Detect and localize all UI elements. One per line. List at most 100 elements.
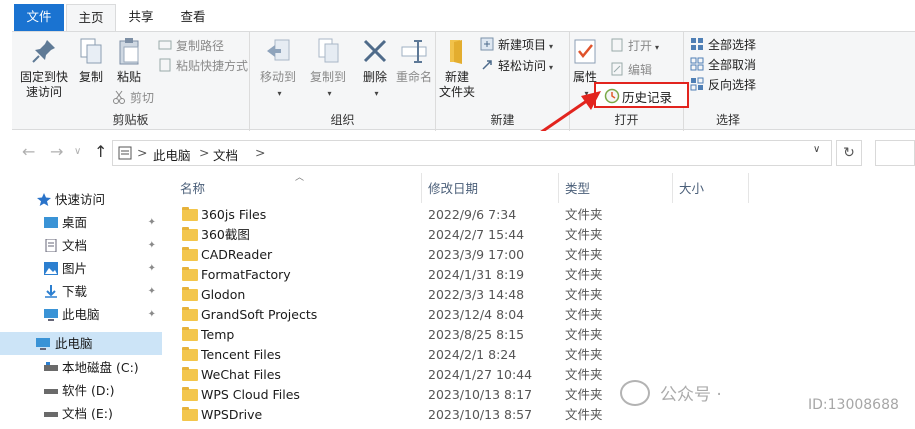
drive-icon (44, 412, 58, 417)
copy-path-button[interactable]: 复制路径 (158, 36, 224, 56)
downloads-label: 下载 (62, 284, 88, 299)
file-type: 文件夹 (565, 247, 603, 262)
column-divider[interactable] (558, 173, 559, 203)
file-name: Temp (201, 327, 235, 342)
address-bar[interactable]: > 此电脑 > 文档 > ∨ (112, 140, 832, 166)
file-type: 文件夹 (565, 407, 603, 422)
sidebar-item-documents[interactable]: 文档 ✦ (0, 234, 162, 257)
paste-shortcut-button[interactable]: 粘贴快捷方式 (158, 56, 248, 76)
edit-label: 编辑 (628, 63, 653, 77)
table-row[interactable]: 360js Files 2022/9/6 7:34 文件夹 (162, 205, 915, 225)
select-all-icon (690, 37, 704, 51)
pin-icon[interactable]: ✦ (148, 234, 156, 257)
search-input[interactable] (875, 140, 915, 166)
recent-chevron-icon[interactable]: ∨ (74, 146, 81, 157)
table-row[interactable]: 360截图 2024/2/7 15:44 文件夹 (162, 225, 915, 245)
history-button[interactable]: 历史记录 (594, 82, 689, 108)
sidebar-item-desktop[interactable]: 桌面 ✦ (0, 211, 162, 234)
file-date: 2023/3/9 17:00 (428, 247, 525, 262)
table-row[interactable]: Glodon 2022/3/3 14:48 文件夹 (162, 285, 915, 305)
invert-selection-button[interactable]: 反向选择 (690, 75, 756, 95)
file-date: 2023/10/13 8:57 (428, 407, 533, 422)
rename-button[interactable]: 重命名 (396, 36, 432, 85)
file-date: 2024/2/1 8:24 (428, 347, 517, 362)
pin-icon[interactable]: ✦ (148, 303, 156, 326)
computer-icon (36, 338, 50, 350)
sidebar-item-pictures[interactable]: 图片 ✦ (0, 257, 162, 280)
select-all-button[interactable]: 全部选择 (690, 35, 756, 55)
new-item-button[interactable]: 新建项目 ▾ (480, 35, 553, 55)
tab-view[interactable]: 查看 (170, 4, 216, 31)
select-none-button[interactable]: 全部取消 (690, 55, 756, 75)
back-arrow-icon[interactable]: ← (22, 142, 35, 161)
sidebar-item-drive-e[interactable]: 文档 (E:) (0, 402, 162, 425)
paste-shortcut-icon (158, 58, 172, 72)
file-name: WeChat Files (201, 367, 281, 382)
pin-icon[interactable]: ✦ (148, 280, 156, 303)
move-to-button[interactable]: 移动到▾ (258, 36, 298, 101)
file-type: 文件夹 (565, 287, 603, 302)
move-to-icon (263, 36, 293, 66)
file-date: 2022/9/6 7:34 (428, 207, 517, 222)
table-row[interactable]: WPSDrive 2023/10/13 8:57 文件夹 (162, 405, 915, 425)
new-folder-button[interactable]: 新建 文件夹 (438, 36, 476, 100)
column-header-date[interactable]: 修改日期 (428, 176, 478, 202)
file-type: 文件夹 (565, 327, 603, 342)
tab-share[interactable]: 共享 (118, 4, 164, 31)
new-item-label: 新建项目 (498, 38, 547, 52)
copy-button[interactable]: 复制 (74, 36, 108, 85)
up-arrow-icon[interactable]: ↑ (94, 142, 107, 161)
table-row[interactable]: CADReader 2023/3/9 17:00 文件夹 (162, 245, 915, 265)
address-dropdown-icon[interactable]: ∨ (813, 144, 820, 155)
delete-button[interactable]: 删除 ▾ (360, 36, 390, 101)
file-name: 360js Files (201, 207, 267, 222)
pin-quick-access-button[interactable]: 固定到快 速访问 (16, 36, 72, 100)
ribbon-tab-bar: 文件 主页 共享 查看 (0, 0, 915, 31)
refresh-icon[interactable]: ↻ (836, 140, 862, 166)
sidebar-item-this-pc-pinned[interactable]: 此电脑 ✦ (0, 303, 162, 326)
sidebar-item-downloads[interactable]: 下载 ✦ (0, 280, 162, 303)
paste-button[interactable]: 粘贴 (112, 36, 146, 85)
copy-to-label: 复制到 (309, 70, 346, 84)
table-row[interactable]: GrandSoft Projects 2023/12/4 8:04 文件夹 (162, 305, 915, 325)
watermark-id: ID:13008688 (808, 397, 899, 413)
breadcrumb-this-pc[interactable]: 此电脑 (153, 145, 191, 164)
sidebar-item-drive-c[interactable]: 本地磁盘 (C:) (0, 356, 162, 379)
column-divider[interactable] (421, 173, 422, 203)
cut-button[interactable]: 剪切 (112, 88, 154, 108)
breadcrumb-documents[interactable]: 文档 (213, 145, 238, 164)
sidebar-item-this-pc[interactable]: 此电脑 (0, 332, 162, 355)
copy-path-icon (158, 38, 172, 52)
file-type: 文件夹 (565, 367, 603, 382)
tab-home[interactable]: 主页 (66, 4, 116, 31)
column-divider[interactable] (672, 173, 673, 203)
column-divider[interactable] (748, 173, 749, 203)
sidebar-item-quick-access[interactable]: 快速访问 (0, 188, 162, 211)
select-all-label: 全部选择 (708, 38, 757, 52)
file-type: 文件夹 (565, 347, 603, 362)
easy-access-button[interactable]: 轻松访问 ▾ (480, 56, 553, 76)
file-name: FormatFactory (201, 267, 291, 282)
edit-button[interactable]: 编辑 (610, 60, 652, 80)
edit-icon (610, 62, 624, 76)
table-row[interactable]: FormatFactory 2024/1/31 8:19 文件夹 (162, 265, 915, 285)
sidebar-item-drive-d[interactable]: 软件 (D:) (0, 379, 162, 402)
table-row[interactable]: WeChat Files 2024/1/27 10:44 文件夹 (162, 365, 915, 385)
file-type: 文件夹 (565, 387, 603, 402)
pin-label-line2: 速访问 (25, 85, 62, 99)
pin-icon[interactable]: ✦ (148, 257, 156, 280)
table-row[interactable]: Tencent Files 2024/2/1 8:24 文件夹 (162, 345, 915, 365)
pin-icon[interactable]: ✦ (148, 211, 156, 234)
table-row[interactable]: WPS Cloud Files 2023/10/13 8:17 文件夹 (162, 385, 915, 405)
open-button[interactable]: 打开 ▾ (610, 36, 659, 56)
folder-icon (182, 387, 198, 401)
column-header-name[interactable]: 名称 (180, 176, 205, 202)
paste-shortcut-label: 粘贴快捷方式 (176, 59, 249, 73)
table-row[interactable]: Temp 2023/8/25 8:15 文件夹 (162, 325, 915, 345)
this-pc-pinned-label: 此电脑 (62, 307, 100, 322)
column-header-size[interactable]: 大小 (679, 176, 704, 202)
forward-arrow-icon[interactable]: → (50, 142, 63, 161)
column-header-type[interactable]: 类型 (565, 176, 590, 202)
copy-to-button[interactable]: 复制到▾ (308, 36, 348, 101)
tab-file[interactable]: 文件 (14, 4, 64, 31)
